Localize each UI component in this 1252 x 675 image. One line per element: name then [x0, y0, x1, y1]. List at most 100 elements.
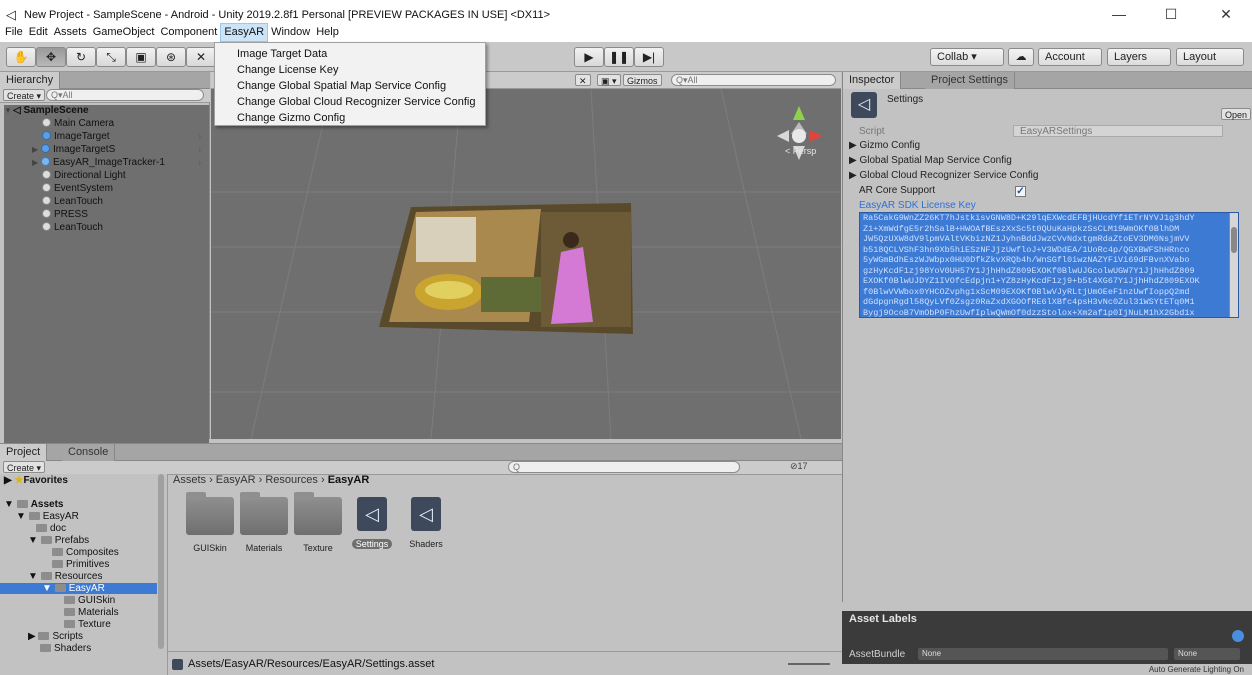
hand-tool-icon[interactable]: ✋: [6, 47, 36, 67]
hierarchy-item[interactable]: EventSystem: [42, 183, 113, 195]
hierarchy-item[interactable]: PRESS: [42, 209, 88, 221]
foldout-spatial-map[interactable]: ▶ Global Spatial Map Service Config: [849, 155, 1012, 166]
cloud-icon[interactable]: ☁: [1008, 48, 1034, 66]
scrollbar-thumb[interactable]: [1231, 227, 1237, 253]
menu-assets[interactable]: Assets: [51, 24, 90, 41]
folder-icon: [16, 500, 28, 508]
breadcrumb-current[interactable]: EasyAR: [328, 474, 370, 486]
menu-easyar[interactable]: EasyAR: [220, 23, 269, 42]
expand-arrow-icon[interactable]: ▼: [4, 105, 13, 117]
hierarchy-item[interactable]: ▶ EasyAR_ImageTracker-1 ›: [32, 157, 207, 169]
scrollbar-thumb[interactable]: [158, 474, 164, 649]
visibility-count-icon[interactable]: ⊘17: [790, 461, 808, 472]
tree-item[interactable]: ▼ Resources: [28, 571, 103, 582]
asset-settings[interactable]: ◁ Settings: [344, 497, 400, 567]
menu-window[interactable]: Window: [268, 24, 313, 41]
menu-item-cloud-recognizer-config[interactable]: Change Global Cloud Recognizer Service C…: [215, 94, 485, 110]
scale-tool-icon[interactable]: ⤡: [96, 47, 126, 67]
tag-icon[interactable]: [1232, 630, 1244, 642]
open-button[interactable]: Open: [1221, 108, 1252, 120]
chevron-right-icon[interactable]: ›: [198, 131, 201, 143]
favorites-item[interactable]: ▶ ★Favorites: [4, 475, 68, 486]
hierarchy-item[interactable]: Directional Light: [42, 170, 126, 182]
asset-shaders[interactable]: ◁ Shaders: [398, 497, 454, 567]
transform-tool-icon[interactable]: ⊛: [156, 47, 186, 67]
tree-item[interactable]: ▼ EasyAR: [16, 511, 79, 522]
menu-item-gizmo-config[interactable]: Change Gizmo Config: [215, 110, 485, 126]
rect-tool-icon[interactable]: ▣: [126, 47, 156, 67]
tab-console[interactable]: Console: [62, 444, 116, 461]
hierarchy-item[interactable]: ▶ ImageTargetS ›: [32, 144, 207, 156]
tree-item[interactable]: doc: [36, 523, 66, 534]
expand-arrow-icon[interactable]: ▶: [32, 157, 41, 169]
tab-hierarchy[interactable]: Hierarchy: [0, 72, 61, 89]
play-button[interactable]: ▶: [574, 47, 604, 67]
tree-item[interactable]: ▼ Prefabs: [28, 535, 89, 546]
hierarchy-create-button[interactable]: Create ▾: [3, 89, 46, 101]
hierarchy-item[interactable]: LeanTouch: [42, 196, 103, 208]
tree-item-assets[interactable]: ▼ Assets: [4, 499, 64, 510]
menu-item-change-license-key[interactable]: Change License Key: [215, 62, 485, 78]
project-panel: Project Console Create ▾ Q ⊘17 ▶ ★Favori…: [0, 443, 842, 675]
icon-size-slider[interactable]: [788, 663, 830, 665]
tree-item[interactable]: Shaders: [40, 643, 91, 654]
tab-project[interactable]: Project: [0, 444, 48, 461]
license-scrollbar[interactable]: [1229, 213, 1238, 317]
menu-gameobject[interactable]: GameObject: [90, 24, 158, 41]
hierarchy-item[interactable]: ImageTarget ›: [42, 131, 207, 143]
menu-component[interactable]: Component: [157, 24, 220, 41]
script-field[interactable]: EasyARSettings: [1013, 125, 1223, 137]
project-create-button[interactable]: Create ▾: [3, 461, 46, 473]
ar-core-support-checkbox[interactable]: ✓: [1015, 186, 1026, 197]
folder-icon: [64, 596, 75, 604]
breadcrumb-assets[interactable]: Assets: [173, 474, 206, 486]
collab-dropdown[interactable]: Collab ▾: [930, 48, 1004, 66]
license-key-textarea[interactable]: Ra5CakG9WnZZ26KT7hJstkisvGNW8D+K29lqEXWc…: [859, 212, 1239, 318]
tree-item-selected[interactable]: ▼ EasyAR: [0, 583, 157, 594]
persp-label[interactable]: < Persp: [785, 146, 816, 156]
chevron-right-icon[interactable]: ›: [198, 144, 201, 156]
menu-file[interactable]: File: [2, 24, 26, 41]
asset-folder-materials[interactable]: Materials: [236, 492, 292, 567]
project-search-input[interactable]: Q: [508, 461, 740, 473]
pause-button[interactable]: ❚❚: [604, 47, 634, 67]
chevron-right-icon[interactable]: ›: [198, 157, 201, 169]
menu-edit[interactable]: Edit: [26, 24, 51, 41]
tree-item[interactable]: Composites: [52, 547, 119, 558]
tree-item[interactable]: Materials: [64, 607, 119, 618]
tree-item[interactable]: GUISkin: [64, 595, 115, 606]
tree-item[interactable]: ▶ Scripts: [28, 631, 83, 642]
breadcrumb-resources[interactable]: Resources: [265, 474, 318, 486]
asset-bundle-dropdown[interactable]: None: [918, 648, 1168, 660]
asset-bundle-variant-dropdown[interactable]: None: [1174, 648, 1240, 660]
menu-bar: File Edit Assets GameObject Component Ea…: [0, 23, 1252, 42]
foldout-cloud-recognizer[interactable]: ▶ Global Cloud Recognizer Service Config: [849, 170, 1038, 181]
custom-tool-icon[interactable]: ✕: [186, 47, 216, 67]
tree-item[interactable]: Texture: [64, 619, 111, 630]
folder-icon: [186, 492, 234, 535]
asset-folder-guiskin[interactable]: GUISkin: [182, 492, 238, 567]
rotate-tool-icon[interactable]: ↻: [66, 47, 96, 67]
move-tool-icon[interactable]: ✥: [36, 47, 66, 67]
scene-view[interactable]: ✕ ▣ ▾ Gizmos Q▾All < Persp: [211, 72, 841, 439]
hierarchy-item[interactable]: Main Camera: [42, 118, 114, 130]
tab-inspector[interactable]: Inspector: [843, 72, 902, 89]
asset-folder-texture[interactable]: Texture: [290, 492, 346, 567]
folder-icon: [240, 492, 288, 535]
expand-arrow-icon[interactable]: ▶: [32, 144, 41, 156]
layers-dropdown[interactable]: Layers: [1107, 48, 1171, 66]
menu-item-image-target-data[interactable]: Image Target Data: [215, 46, 485, 62]
tab-project-settings[interactable]: Project Settings: [925, 72, 1016, 89]
breadcrumb-easyar[interactable]: EasyAR: [216, 474, 256, 486]
folder-icon: [38, 632, 50, 640]
menu-help[interactable]: Help: [313, 24, 342, 41]
hierarchy-search-input[interactable]: Q▾All: [46, 89, 204, 101]
tree-scrollbar[interactable]: [157, 474, 165, 649]
layout-dropdown[interactable]: Layout: [1176, 48, 1244, 66]
foldout-gizmo-config[interactable]: ▶ Gizmo Config: [849, 140, 920, 151]
hierarchy-item[interactable]: LeanTouch: [42, 222, 103, 234]
menu-item-spatial-map-config[interactable]: Change Global Spatial Map Service Config: [215, 78, 485, 94]
account-dropdown[interactable]: Account: [1038, 48, 1102, 66]
tree-item[interactable]: Primitives: [52, 559, 109, 570]
step-button[interactable]: ▶|: [634, 47, 664, 67]
